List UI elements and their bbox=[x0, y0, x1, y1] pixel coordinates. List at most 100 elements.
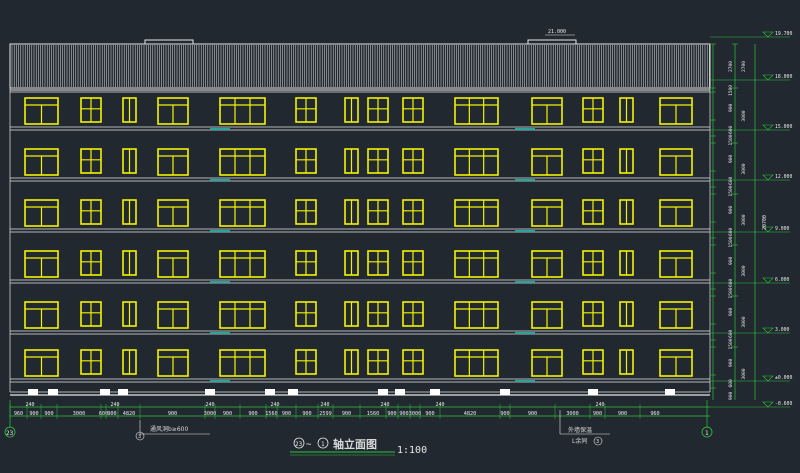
dim-value: 900 bbox=[44, 411, 53, 417]
window bbox=[659, 97, 693, 125]
window bbox=[344, 97, 359, 123]
window bbox=[157, 199, 189, 227]
dim-value: 1560 bbox=[367, 411, 380, 417]
window bbox=[454, 148, 499, 176]
dim-value: 1500 bbox=[728, 85, 734, 96]
window bbox=[24, 148, 59, 176]
dim-value: 900 bbox=[728, 358, 734, 367]
window bbox=[454, 97, 499, 125]
window bbox=[122, 250, 137, 276]
dim-value: 600 bbox=[728, 176, 734, 185]
dim-value: 900 bbox=[728, 103, 734, 112]
dim-value: 900 bbox=[528, 411, 537, 417]
window bbox=[454, 250, 499, 278]
facade bbox=[9, 44, 711, 392]
dim-value: 900 bbox=[618, 411, 627, 417]
dim-value-top: 240 bbox=[435, 402, 444, 408]
window-frame bbox=[219, 349, 266, 377]
window bbox=[454, 349, 499, 377]
window bbox=[619, 250, 634, 276]
window bbox=[80, 349, 102, 375]
dim-value: 900 bbox=[593, 411, 602, 417]
window bbox=[531, 97, 563, 125]
level-marker bbox=[762, 31, 774, 38]
ground-line bbox=[10, 389, 710, 396]
vent-opening bbox=[288, 389, 298, 395]
window bbox=[80, 301, 102, 327]
dim-value: 900 bbox=[168, 411, 177, 417]
dim-value: 3000 bbox=[741, 265, 747, 276]
window bbox=[367, 301, 389, 327]
window bbox=[219, 301, 266, 329]
window bbox=[122, 97, 137, 123]
window bbox=[454, 199, 499, 227]
window bbox=[367, 250, 389, 276]
dim-value: 3000 bbox=[741, 368, 747, 379]
window bbox=[659, 301, 693, 329]
level-label: 15.000 bbox=[775, 124, 792, 130]
dim-value-top: 240 bbox=[270, 402, 279, 408]
level-label: 3.000 bbox=[775, 327, 790, 333]
vent-opening bbox=[395, 389, 405, 395]
window bbox=[344, 250, 359, 276]
window-frame bbox=[219, 199, 266, 227]
roof bbox=[9, 39, 711, 91]
level-marker bbox=[762, 375, 774, 382]
dim-value: 1500 bbox=[728, 134, 734, 145]
dim-value-top: 240 bbox=[320, 402, 329, 408]
window bbox=[582, 349, 604, 375]
dim-value: 1560 bbox=[265, 411, 278, 417]
vent-opening bbox=[378, 389, 388, 395]
dim-value: 1500 bbox=[728, 338, 734, 349]
dim-value: 2700 bbox=[741, 61, 747, 72]
window bbox=[582, 250, 604, 276]
dim-value: 960 bbox=[14, 411, 23, 417]
window bbox=[295, 301, 317, 327]
axis-right-label: 1 bbox=[705, 430, 709, 437]
window bbox=[24, 301, 59, 329]
title-scale: 1:100 bbox=[397, 445, 427, 456]
title-axis-start: 23 bbox=[295, 441, 303, 448]
dim-value: 900 bbox=[248, 411, 257, 417]
window bbox=[619, 301, 634, 327]
window bbox=[122, 349, 137, 375]
window bbox=[295, 97, 317, 123]
elevation-drawing: 21.000 19.700 18.000 15.000 12.000 9.000 6.00… bbox=[4, 29, 792, 456]
window bbox=[367, 199, 389, 225]
dim-value-top: 240 bbox=[595, 402, 604, 408]
window bbox=[582, 199, 604, 225]
dim-value: 600 bbox=[728, 125, 734, 134]
window bbox=[122, 301, 137, 327]
title-text: 轴立面图 bbox=[333, 437, 377, 451]
vertical-dimensions: 19.700 18.000 15.000 12.000 9.000 6.000 3.000 ±… bbox=[710, 31, 792, 408]
dim-value: 900 bbox=[29, 411, 38, 417]
dim-value: 900 bbox=[282, 411, 291, 417]
window bbox=[344, 301, 359, 327]
dim-value: 3000 bbox=[566, 411, 579, 417]
dim-value: 4820 bbox=[464, 411, 477, 417]
dim-value: 960 bbox=[650, 411, 659, 417]
window bbox=[157, 97, 189, 125]
dim-value: 4820 bbox=[123, 411, 136, 417]
dim-value: 1500 bbox=[728, 185, 734, 196]
vent-opening bbox=[28, 389, 38, 395]
level-marker bbox=[762, 277, 774, 284]
drawing-title: 23 ~ 1 轴立面图 1:100 bbox=[290, 437, 427, 456]
dim-value-top: 240 bbox=[110, 402, 119, 408]
window bbox=[367, 97, 389, 123]
window bbox=[367, 148, 389, 174]
vent-opening bbox=[430, 389, 440, 395]
vent-opening bbox=[588, 389, 598, 395]
dim-value: 1500 bbox=[728, 236, 734, 247]
level-label: 18.000 bbox=[775, 74, 792, 80]
dim-value: 3000 bbox=[204, 411, 217, 417]
window-frame bbox=[454, 97, 499, 125]
level-label: 9.000 bbox=[775, 226, 790, 232]
window bbox=[219, 199, 266, 227]
window bbox=[80, 250, 102, 276]
level-label: -0.600 bbox=[775, 401, 792, 407]
dim-value: 3000 bbox=[741, 316, 747, 327]
callout-wall-text-a: 外墙保温 bbox=[568, 426, 592, 434]
level-marker bbox=[762, 74, 774, 81]
window-frame bbox=[454, 250, 499, 278]
